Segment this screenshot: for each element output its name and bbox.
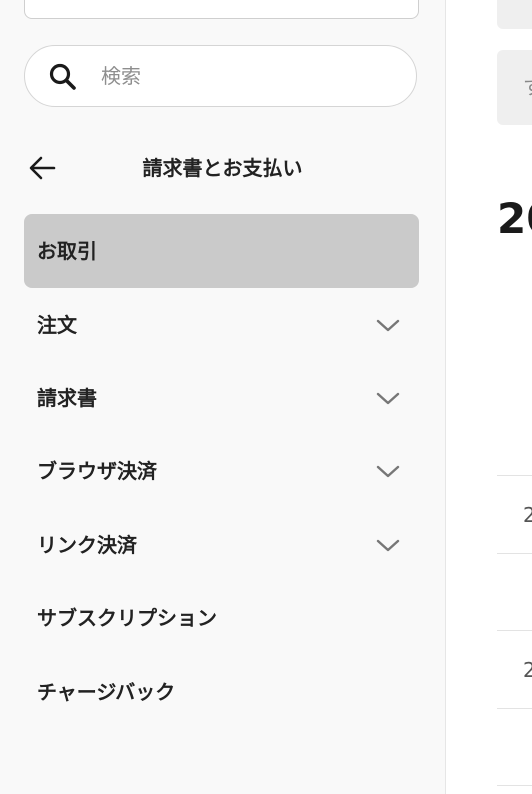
chevron-down-icon bbox=[376, 392, 400, 405]
nav-item-label: リンク決済 bbox=[37, 533, 137, 557]
main-top-button[interactable] bbox=[497, 0, 532, 29]
main-filter-button[interactable]: す bbox=[497, 50, 532, 125]
nav-item-label: 請求書 bbox=[37, 386, 97, 410]
search-box[interactable] bbox=[24, 45, 417, 107]
sidebar: 請求書とお支払い お取引 注文 請求書 ブラウザ決済 リンク決済 サブスクリプシ… bbox=[0, 0, 446, 794]
table-cell: 2 bbox=[523, 503, 532, 527]
search-icon bbox=[49, 63, 76, 90]
row-divider bbox=[497, 553, 532, 554]
main-filter-button-label: す bbox=[523, 50, 532, 125]
panel-title: 請求書とお支払い bbox=[142, 156, 303, 180]
page-heading: 20 bbox=[497, 194, 532, 243]
chevron-down-icon bbox=[376, 465, 400, 478]
nav-item-invoices[interactable]: 請求書 bbox=[24, 361, 419, 435]
chevron-down-icon bbox=[376, 539, 400, 552]
top-field[interactable] bbox=[24, 0, 419, 19]
nav-item-label: チャージバック bbox=[37, 680, 176, 704]
nav-item-label: サブスクリプション bbox=[37, 606, 217, 630]
row-divider bbox=[497, 475, 532, 476]
row-divider bbox=[497, 708, 532, 709]
chevron-down-icon bbox=[376, 319, 400, 332]
search-input[interactable] bbox=[101, 46, 401, 106]
nav-item-chargebacks[interactable]: チャージバック bbox=[24, 655, 419, 729]
table-cell: 2 bbox=[523, 658, 532, 682]
nav-item-browser-payment[interactable]: ブラウザ決済 bbox=[24, 434, 419, 508]
nav-item-label: 注文 bbox=[37, 313, 77, 337]
nav-item-label: お取引 bbox=[37, 239, 97, 263]
nav-item-transactions[interactable]: お取引 bbox=[24, 214, 419, 288]
nav-item-orders[interactable]: 注文 bbox=[24, 288, 419, 362]
nav-item-subscriptions[interactable]: サブスクリプション bbox=[24, 581, 419, 655]
row-divider bbox=[497, 630, 532, 631]
nav-item-link-payment[interactable]: リンク決済 bbox=[24, 508, 419, 582]
row-divider bbox=[497, 785, 532, 786]
nav-item-label: ブラウザ決済 bbox=[37, 459, 157, 483]
